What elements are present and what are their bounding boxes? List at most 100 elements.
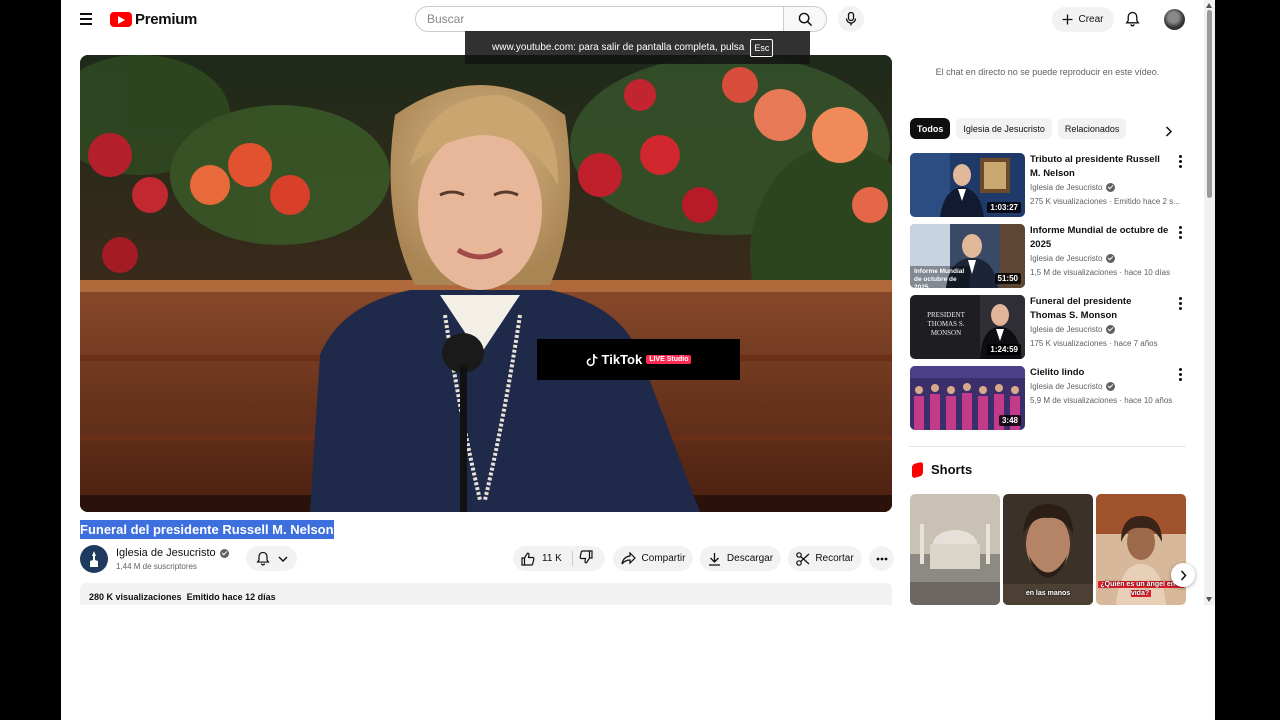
video-thumbnail[interactable]: 1:03:27	[910, 153, 1025, 217]
publish-date: Emitido hace 12 días	[186, 592, 276, 602]
clip-button[interactable]: Recortar	[788, 546, 862, 571]
channel-name-text[interactable]: Iglesia de Jesucristo	[116, 547, 216, 559]
recommendation-item[interactable]: PRESIDENT THOMAS S. MONSON 1:24:59 Funer…	[910, 295, 1190, 359]
chip-todos[interactable]: Todos	[910, 118, 951, 139]
thumbnail-caption: Informe Mundial de octubre de 2025	[914, 268, 965, 288]
video-duration: 51:50	[994, 273, 1021, 284]
recommendation-channel[interactable]: Iglesia de Jesucristo	[1030, 183, 1116, 192]
tiktok-brand: TikTok	[601, 352, 643, 367]
notifications-subscription-button[interactable]	[246, 546, 297, 571]
live-chat-unavailable-note: El chat en directo no se puede reproduci…	[935, 67, 1160, 77]
create-button[interactable]: Crear	[1052, 7, 1114, 32]
menu-icon[interactable]	[80, 13, 92, 25]
video-thumbnail[interactable]: 3:48	[910, 366, 1025, 430]
recommendation-meta: 175 K visualizaciones · hace 7 años	[1030, 339, 1158, 348]
short-item[interactable]: ¿Quién es un ángel en tu vida?	[1096, 494, 1186, 605]
short-item[interactable]	[910, 494, 1000, 605]
recommendation-item[interactable]: 1:03:27 Tributo al presidente Russell M.…	[910, 153, 1190, 217]
youtube-premium-logo[interactable]: Premium	[110, 11, 197, 28]
more-vertical-icon[interactable]	[1178, 155, 1182, 168]
more-vertical-icon[interactable]	[1178, 368, 1182, 381]
like-dislike-group: 11 K	[513, 546, 605, 571]
toast-message: www.youtube.com: para salir de pantalla …	[492, 42, 745, 53]
verified-badge-icon	[1106, 254, 1116, 263]
esc-key-hint: Esc	[750, 38, 774, 57]
recommendation-channel[interactable]: Iglesia de Jesucristo	[1030, 325, 1116, 334]
thumbs-up-icon	[521, 552, 535, 566]
create-label: Crear	[1078, 14, 1104, 25]
voice-search-button[interactable]	[838, 6, 864, 32]
plus-icon	[1062, 14, 1073, 25]
download-button[interactable]: Descargar	[700, 546, 781, 571]
verified-badge-icon	[1106, 382, 1116, 391]
recommendation-item[interactable]: Informe Mundial de octubre de 2025 51:50…	[910, 224, 1190, 288]
church-logo-icon	[90, 551, 98, 567]
share-arrow-icon	[620, 552, 636, 565]
scrollbar-thumb[interactable]	[1207, 10, 1212, 198]
chips-next-chevron-icon[interactable]	[1165, 124, 1173, 142]
logo-text: Premium	[135, 11, 198, 28]
subscriber-count: 1,44 M de suscriptores	[116, 562, 197, 571]
short-caption: ¿Quién es un ángel en tu vida?	[1096, 580, 1186, 598]
recommendation-channel-text[interactable]: Iglesia de Jesucristo	[1030, 254, 1102, 263]
tiktok-logo-icon	[586, 353, 597, 366]
microphone-icon	[845, 12, 857, 26]
search-button[interactable]	[784, 6, 827, 32]
recommendation-meta: 1,5 M de visualizaciones · hace 10 días	[1030, 268, 1171, 277]
share-button[interactable]: Compartir	[613, 546, 693, 571]
dislike-button[interactable]	[573, 550, 593, 567]
shorts-logo-icon	[912, 461, 923, 478]
video-title: Funeral del presidente Russell M. Nelson	[80, 520, 334, 539]
video-duration: 3:48	[998, 415, 1021, 426]
recommendation-item[interactable]: 3:48 Cielito lindo Iglesia de Jesucristo…	[910, 366, 1190, 430]
more-vertical-icon[interactable]	[1178, 226, 1182, 239]
scroll-up-arrow-icon[interactable]	[1206, 3, 1212, 8]
recommendation-title[interactable]: Informe Mundial de octubre de 2025	[1030, 224, 1170, 252]
description-box[interactable]: 280 K visualizaciones Emitido hace 12 dí…	[80, 583, 892, 605]
recommendation-title[interactable]: Cielito lindo	[1030, 366, 1170, 380]
more-vertical-icon[interactable]	[1178, 297, 1182, 310]
clip-label: Recortar	[815, 553, 854, 564]
share-label: Compartir	[641, 553, 686, 564]
video-player[interactable]	[80, 55, 892, 512]
recommendation-channel[interactable]: Iglesia de Jesucristo	[1030, 254, 1116, 263]
user-avatar[interactable]	[1164, 9, 1185, 30]
chip-relacionados[interactable]: Relacionados	[1057, 118, 1127, 139]
shorts-title: Shorts	[931, 462, 973, 477]
recommendation-meta: 275 K visualizaciones · Emitido hace 2 s…	[1030, 197, 1180, 206]
verified-badge-icon	[1106, 325, 1116, 334]
recommendation-channel[interactable]: Iglesia de Jesucristo	[1030, 382, 1116, 391]
video-thumbnail[interactable]: Informe Mundial de octubre de 2025 51:50	[910, 224, 1025, 288]
recommendation-channel-text[interactable]: Iglesia de Jesucristo	[1030, 382, 1102, 391]
divider	[909, 446, 1186, 447]
video-thumbnail[interactable]: PRESIDENT THOMAS S. MONSON 1:24:59	[910, 295, 1025, 359]
chip-iglesia-de-jesucristo[interactable]: Iglesia de Jesucristo	[956, 118, 1052, 139]
scroll-down-arrow-icon[interactable]	[1206, 597, 1212, 602]
channel-avatar[interactable]	[80, 545, 108, 573]
thumbnail-caption: PRESIDENT THOMAS S. MONSON	[927, 311, 965, 337]
video-duration: 1:24:59	[987, 344, 1021, 355]
recommendation-title[interactable]: Tributo al presidente Russell M. Nelson	[1030, 153, 1170, 181]
bell-icon	[255, 551, 270, 566]
filter-chips: Todos Iglesia de Jesucristo Relacionados	[910, 118, 1127, 139]
page-scrollbar[interactable]	[1204, 0, 1215, 605]
short-item[interactable]: en las manos	[1003, 494, 1093, 605]
notifications-bell-icon[interactable]	[1125, 11, 1140, 32]
download-icon	[708, 552, 720, 566]
recommendation-title[interactable]: Funeral del presidente Thomas S. Monson	[1030, 295, 1170, 323]
verified-badge-icon	[1106, 183, 1116, 192]
like-button[interactable]: 11 K	[513, 551, 573, 566]
fullscreen-exit-toast: www.youtube.com: para salir de pantalla …	[465, 31, 810, 64]
youtube-play-icon	[110, 12, 132, 27]
short-thumbnail-image	[910, 494, 1000, 605]
video-duration: 1:03:27	[987, 202, 1021, 213]
shorts-next-button[interactable]	[1171, 563, 1195, 587]
recommendation-channel-text[interactable]: Iglesia de Jesucristo	[1030, 325, 1102, 334]
short-caption: en las manos	[1025, 590, 1071, 597]
search-input[interactable]: Buscar	[415, 6, 784, 32]
video-frame-image	[80, 55, 892, 512]
more-actions-button[interactable]	[869, 546, 894, 571]
channel-name[interactable]: Iglesia de Jesucristo	[116, 547, 229, 559]
recommendation-channel-text[interactable]: Iglesia de Jesucristo	[1030, 183, 1102, 192]
like-count: 11 K	[542, 553, 562, 564]
